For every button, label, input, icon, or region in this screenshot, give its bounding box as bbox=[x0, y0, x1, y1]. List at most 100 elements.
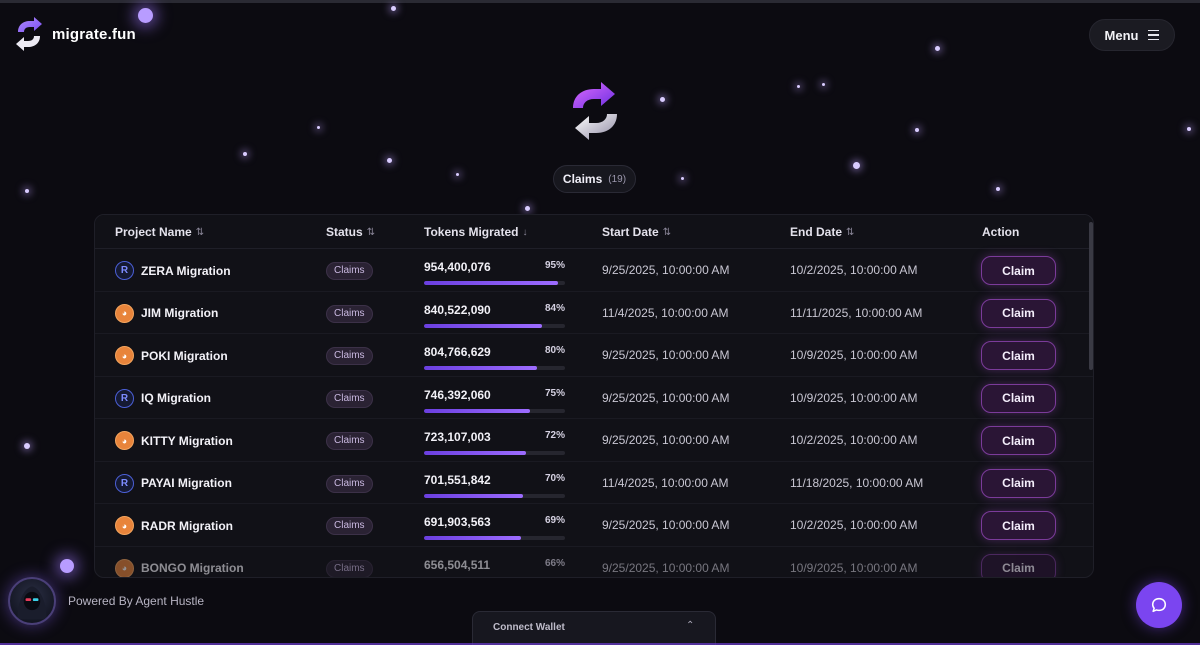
status-badge: Claims bbox=[326, 304, 373, 323]
hooded-figure-icon bbox=[17, 586, 47, 620]
project-name: POKI Migration bbox=[141, 348, 228, 363]
claim-button[interactable]: Claim bbox=[981, 298, 1056, 328]
sort-icon: ⇅ bbox=[662, 226, 672, 238]
column-header-start-date[interactable]: Start Date ⇅ bbox=[602, 225, 671, 239]
star-decoration bbox=[853, 162, 860, 169]
progress-fill bbox=[424, 493, 523, 498]
column-header-status[interactable]: Status ⇅ bbox=[326, 225, 375, 239]
claim-button[interactable]: Claim bbox=[981, 553, 1056, 577]
project-name: IQ Migration bbox=[141, 391, 211, 405]
tokens-percent: 69% bbox=[544, 515, 565, 526]
chat-button[interactable] bbox=[1136, 582, 1182, 628]
connect-wallet-bar[interactable]: Connect Wallet ⌃ bbox=[472, 611, 716, 645]
tokens-percent: 70% bbox=[544, 472, 565, 484]
menu-button[interactable]: Menu bbox=[1089, 19, 1175, 51]
claims-tab[interactable]: Claims (19) bbox=[553, 165, 636, 193]
project-name-cell[interactable]: ◕ POKI Migration bbox=[115, 346, 228, 365]
table-row[interactable]: ◕ RADR Migration Claims 691,903,563 69% … bbox=[95, 504, 1093, 547]
sort-desc-icon: ↓ bbox=[522, 226, 528, 238]
star-decoration bbox=[387, 158, 392, 163]
project-name-cell[interactable]: R PAYAI Migration bbox=[115, 473, 232, 493]
project-name-cell[interactable]: ◕ RADR Migration bbox=[115, 516, 233, 535]
column-header-tokens[interactable]: Tokens Migrated ↓ bbox=[424, 225, 527, 239]
progress-bar bbox=[424, 323, 565, 328]
star-decoration bbox=[996, 187, 1000, 191]
table-row[interactable]: R IQ Migration Claims 746,392,060 75% 9/… bbox=[95, 377, 1093, 419]
progress-fill bbox=[424, 323, 543, 328]
orange-token-icon: ◕ bbox=[115, 516, 134, 535]
tokens-migrated-cell: 691,903,563 69% bbox=[424, 513, 565, 540]
tokens-percent: 66% bbox=[544, 557, 565, 569]
start-date: 9/25/2025, 10:00:00 AM bbox=[602, 263, 730, 277]
star-decoration bbox=[24, 443, 30, 449]
brand-name: migrate.fun bbox=[52, 25, 136, 43]
project-name: ZERA Migration bbox=[141, 263, 231, 278]
connect-wallet-label: Connect Wallet bbox=[493, 622, 565, 633]
star-decoration bbox=[1187, 127, 1191, 131]
start-date: 11/4/2025, 10:00:00 AM bbox=[602, 475, 729, 490]
tokens-percent: 84% bbox=[544, 302, 565, 314]
end-date: 11/18/2025, 10:00:00 AM bbox=[790, 475, 924, 490]
status-badge: Claims bbox=[326, 517, 373, 535]
table-scrollbar[interactable] bbox=[1089, 222, 1093, 370]
table-row[interactable]: ◕ KITTY Migration Claims 723,107,003 72%… bbox=[95, 419, 1093, 462]
tokens-migrated-cell: 723,107,003 72% bbox=[424, 428, 565, 455]
project-name-cell[interactable]: ◕ BONGO Migration bbox=[115, 558, 244, 577]
project-name-cell[interactable]: R IQ Migration bbox=[115, 388, 211, 408]
end-date: 11/11/2025, 10:00:00 AM bbox=[790, 305, 923, 320]
r-logo-icon: R bbox=[115, 388, 134, 408]
star-decoration bbox=[391, 6, 396, 11]
status-badge: Claims bbox=[326, 559, 373, 577]
claim-button[interactable]: Claim bbox=[981, 256, 1056, 285]
agent-hustle-avatar[interactable] bbox=[8, 577, 56, 625]
claims-tab-label: Claims bbox=[562, 172, 603, 186]
project-name: PAYAI Migration bbox=[141, 476, 232, 490]
table-row[interactable]: ◕ JIM Migration Claims 840,522,090 84% 1… bbox=[95, 292, 1093, 334]
tokens-percent: 95% bbox=[544, 260, 565, 271]
brand-logo[interactable]: migrate.fun bbox=[12, 16, 136, 52]
project-name-cell[interactable]: ◕ KITTY Migration bbox=[115, 431, 233, 450]
tokens-count: 954,400,076 bbox=[424, 260, 491, 274]
project-name-cell[interactable]: R ZERA Migration bbox=[115, 261, 231, 280]
star-decoration bbox=[138, 8, 153, 23]
table-row[interactable]: ◕ BONGO Migration Claims 656,504,511 66%… bbox=[95, 547, 1093, 577]
claim-button[interactable]: Claim bbox=[981, 468, 1056, 498]
project-name: RADR Migration bbox=[141, 518, 233, 533]
progress-bar bbox=[424, 366, 565, 370]
claims-count: (19) bbox=[608, 173, 627, 185]
powered-by-text: Powered By Agent Hustle bbox=[68, 594, 205, 608]
column-label: Status bbox=[326, 225, 363, 239]
claim-button[interactable]: Claim bbox=[981, 511, 1056, 540]
end-date: 10/2/2025, 10:00:00 AM bbox=[790, 263, 918, 277]
start-date: 9/25/2025, 10:00:00 AM bbox=[602, 518, 730, 532]
claim-button[interactable]: Claim bbox=[981, 383, 1056, 413]
column-header-project[interactable]: Project Name ⇅ bbox=[115, 225, 204, 239]
column-header-end-date[interactable]: End Date ⇅ bbox=[790, 225, 854, 239]
start-date: 9/25/2025, 10:00:00 AM bbox=[602, 390, 730, 405]
star-decoration bbox=[797, 85, 800, 88]
status-badge: Claims bbox=[326, 262, 373, 280]
claim-button[interactable]: Claim bbox=[981, 426, 1056, 455]
project-name-cell[interactable]: ◕ JIM Migration bbox=[115, 303, 218, 323]
tokens-migrated-cell: 840,522,090 84% bbox=[424, 301, 565, 328]
migrations-table: Project Name ⇅ Status ⇅ Tokens Migrated … bbox=[94, 214, 1094, 578]
table-row[interactable]: R PAYAI Migration Claims 701,551,842 70%… bbox=[95, 462, 1093, 504]
tokens-count: 746,392,060 bbox=[424, 387, 491, 402]
star-decoration bbox=[25, 189, 29, 193]
progress-fill bbox=[424, 536, 522, 540]
progress-fill bbox=[424, 366, 537, 370]
r-logo-icon: R bbox=[115, 473, 134, 493]
orange-token-icon: ◕ bbox=[115, 431, 134, 450]
progress-fill bbox=[424, 281, 558, 285]
claim-button[interactable]: Claim bbox=[981, 341, 1056, 370]
end-date: 10/2/2025, 10:00:00 AM bbox=[790, 433, 918, 447]
table-row[interactable]: R ZERA Migration Claims 954,400,076 95% … bbox=[95, 249, 1093, 292]
status-badge: Claims bbox=[326, 474, 373, 493]
table-row[interactable]: ◕ POKI Migration Claims 804,766,629 80% … bbox=[95, 334, 1093, 377]
start-date: 9/25/2025, 10:00:00 AM bbox=[602, 348, 730, 362]
star-decoration bbox=[915, 128, 919, 132]
chevron-up-icon: ⌃ bbox=[686, 620, 695, 631]
star-decoration bbox=[935, 46, 940, 51]
tokens-percent: 75% bbox=[544, 387, 565, 399]
start-date: 9/25/2025, 10:00:00 AM bbox=[602, 560, 730, 575]
